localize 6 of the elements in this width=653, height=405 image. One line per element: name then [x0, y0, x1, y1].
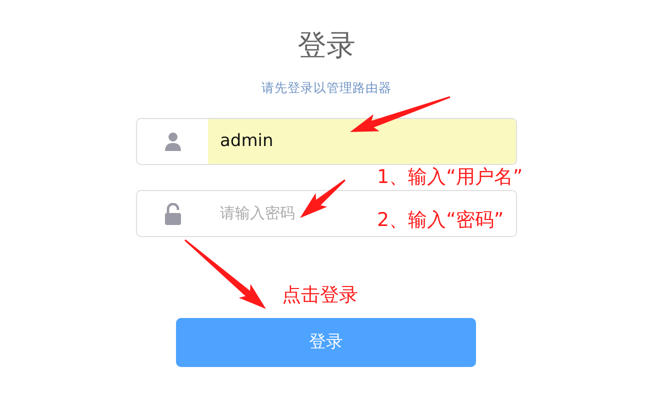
subtitle: 请先登录以管理路由器: [260, 79, 392, 97]
annotation-text: 1、输入“用户名”: [377, 166, 523, 188]
annotation-text: 点击登录: [282, 284, 358, 306]
annotation-text: 2、输入“密码”: [377, 209, 504, 231]
page-title: 登录: [296, 27, 356, 63]
username-field[interactable]: admin: [136, 118, 517, 165]
